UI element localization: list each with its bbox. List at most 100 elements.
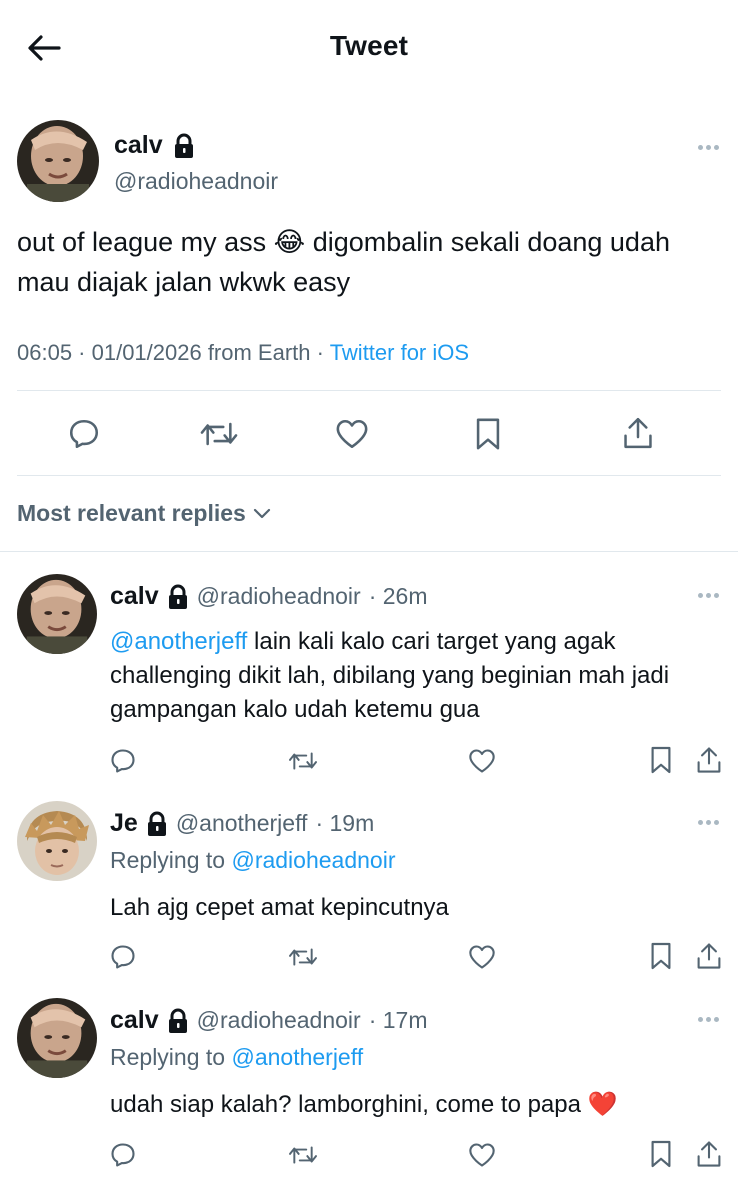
- page-title: Tweet: [329, 30, 409, 61]
- like-button[interactable]: [467, 746, 497, 776]
- tweet-timestamp[interactable]: 06:05 · 01/01/2026 from Earth ·: [17, 340, 330, 365]
- more-icon: [706, 592, 711, 598]
- share-button[interactable]: [693, 1138, 725, 1170]
- reply-author-name[interactable]: calv: [110, 582, 159, 611]
- reply-text-body: udah siap kalah? lamborghini, come to pa…: [110, 1091, 588, 1118]
- reply-text-body: Lah ajg cepet amat kepincutnya: [110, 894, 449, 921]
- mention-link[interactable]: @anotherjeff: [231, 1044, 363, 1070]
- more-button[interactable]: [698, 590, 726, 600]
- lock-icon: [168, 1008, 187, 1033]
- bookmark-button[interactable]: [647, 1138, 675, 1170]
- reply-time: · 19m: [315, 810, 375, 836]
- sort-label: Most relevant replies: [17, 500, 246, 526]
- more-icon: [714, 144, 719, 150]
- more-button[interactable]: [698, 1014, 726, 1024]
- avatar[interactable]: [17, 998, 97, 1078]
- retweet-icon: [289, 948, 317, 966]
- divider: [17, 390, 721, 391]
- more-icon: [714, 819, 719, 825]
- reply-header: calv @radioheadnoir · 17m: [110, 1006, 427, 1035]
- more-button[interactable]: [698, 817, 726, 827]
- more-icon: [706, 1016, 711, 1022]
- replying-to-label: Replying to: [110, 1044, 232, 1070]
- retweet-icon: [289, 752, 317, 770]
- heart-emoji-icon: ❤️: [587, 1091, 618, 1118]
- reply-author-name[interactable]: calv: [110, 1006, 159, 1035]
- retweet-button[interactable]: [286, 942, 320, 972]
- lock-icon: [174, 133, 193, 158]
- reply-time: · 26m: [368, 583, 428, 609]
- author-name-row: calv: [114, 131, 195, 160]
- avatar[interactable]: [17, 574, 97, 654]
- tweet-text: out of league my ass 😂 digombalin sekali…: [17, 222, 717, 302]
- sort-replies-dropdown[interactable]: Most relevant replies: [17, 500, 272, 527]
- share-button[interactable]: [693, 744, 725, 776]
- author-name[interactable]: calv: [114, 131, 163, 160]
- divider: [17, 475, 721, 476]
- chevron-down-icon: [253, 508, 270, 518]
- avatar[interactable]: [17, 801, 97, 881]
- more-icon: [698, 144, 703, 150]
- heart-icon: [469, 1143, 495, 1167]
- lock-icon: [168, 584, 187, 609]
- heart-icon: [469, 945, 495, 969]
- share-icon: [697, 943, 721, 969]
- reply-author-handle[interactable]: @radioheadnoir: [197, 583, 361, 610]
- author-handle[interactable]: @radioheadnoir: [114, 168, 278, 195]
- retweet-button[interactable]: [286, 746, 320, 776]
- reply-icon: [111, 749, 135, 773]
- reply-author-handle[interactable]: @radioheadnoir: [197, 1007, 361, 1034]
- reply-button[interactable]: [108, 942, 138, 972]
- bookmark-icon: [651, 942, 671, 970]
- reply-button[interactable]: [108, 1140, 138, 1170]
- share-button[interactable]: [618, 412, 658, 454]
- mention-link[interactable]: @radioheadnoir: [231, 847, 395, 873]
- bookmark-icon: [651, 1140, 671, 1168]
- reply-text: udah siap kalah? lamborghini, come to pa…: [110, 1088, 710, 1122]
- retweet-icon: [200, 422, 238, 446]
- reply-author-handle[interactable]: @anotherjeff: [176, 810, 308, 837]
- avatar[interactable]: [17, 120, 99, 202]
- share-icon: [697, 747, 721, 773]
- retweet-button[interactable]: [196, 414, 242, 454]
- reply-header: Je @anotherjeff · 19m: [110, 809, 374, 838]
- heart-icon: [469, 749, 495, 773]
- lock-icon: [147, 811, 166, 836]
- more-icon: [698, 592, 703, 598]
- more-icon: [714, 1016, 719, 1022]
- replying-to-label: Replying to: [110, 847, 232, 873]
- like-button[interactable]: [467, 942, 497, 972]
- reply-button[interactable]: [108, 746, 138, 776]
- reply-author-name[interactable]: Je: [110, 809, 138, 838]
- bookmark-button[interactable]: [468, 414, 508, 454]
- reply-text: Lah ajg cepet amat kepincutnya: [110, 891, 710, 925]
- bookmark-button[interactable]: [647, 940, 675, 972]
- divider: [0, 551, 738, 552]
- like-button[interactable]: [332, 414, 372, 454]
- reply-header: calv @radioheadnoir · 26m: [110, 582, 427, 611]
- tweet-meta: 06:05 · 01/01/2026 from Earth · Twitter …: [17, 340, 469, 366]
- bookmark-icon: [476, 418, 500, 450]
- top-bar: Tweet: [0, 0, 738, 96]
- bookmark-button[interactable]: [647, 744, 675, 776]
- reply-time: · 17m: [368, 1007, 428, 1033]
- more-icon: [698, 1016, 703, 1022]
- tweet-text-part: out of league my ass: [17, 227, 274, 257]
- like-button[interactable]: [467, 1140, 497, 1170]
- tweet-source-link[interactable]: Twitter for iOS: [330, 340, 469, 365]
- reply-icon: [69, 419, 99, 449]
- more-icon: [706, 144, 711, 150]
- reply-button[interactable]: [64, 414, 104, 454]
- more-button[interactable]: [698, 142, 726, 152]
- share-icon: [697, 1141, 721, 1167]
- laughing-emoji-icon: 😂: [273, 227, 306, 257]
- heart-icon: [336, 419, 368, 449]
- mention-link[interactable]: @anotherjeff: [110, 628, 247, 655]
- retweet-icon: [289, 1146, 317, 1164]
- share-icon: [624, 417, 652, 449]
- more-icon: [698, 819, 703, 825]
- share-button[interactable]: [693, 940, 725, 972]
- retweet-button[interactable]: [286, 1140, 320, 1170]
- reply-icon: [111, 1143, 135, 1167]
- bookmark-icon: [651, 746, 671, 774]
